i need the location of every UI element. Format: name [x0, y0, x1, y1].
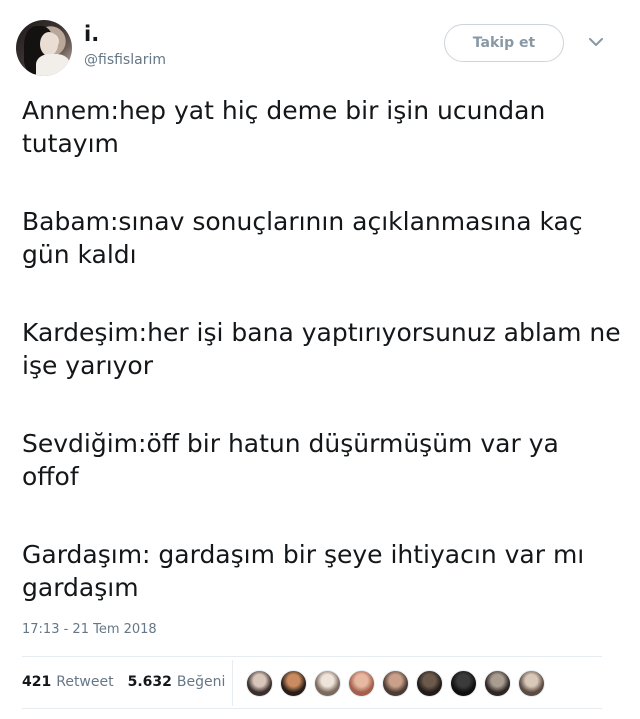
- follow-button[interactable]: Takip et: [444, 24, 564, 62]
- tweet-body: Annem:hep yat hiç deme bir işin ucundan …: [22, 94, 622, 604]
- username-handle[interactable]: @fisfislarim: [84, 52, 166, 68]
- tweet-paragraph: Babam:sınav sonuçlarının açıklanmasına k…: [22, 207, 583, 269]
- tweet-header: i. @fisfislarim Takip et: [16, 18, 624, 78]
- liker-avatar[interactable]: [484, 670, 511, 697]
- liker-avatar[interactable]: [450, 670, 477, 697]
- liker-avatar[interactable]: [246, 670, 273, 697]
- liker-avatar[interactable]: [280, 670, 307, 697]
- tweet-paragraph: Kardeşim:her işi bana yaptırıyorsunuz ab…: [22, 318, 621, 380]
- profile-avatar[interactable]: [16, 20, 72, 76]
- avatar-dress: [36, 54, 70, 76]
- avatar-face: [40, 32, 58, 56]
- retweet-label[interactable]: Retweet: [56, 674, 113, 690]
- liker-avatar[interactable]: [416, 670, 443, 697]
- tweet-stats: 421 Retweet 5.632 Beğeni: [22, 672, 239, 692]
- tweet-paragraph: Annem:hep yat hiç deme bir işin ucundan …: [22, 96, 546, 158]
- liker-avatars: [246, 670, 545, 697]
- retweet-count[interactable]: 421: [22, 674, 51, 690]
- chevron-down-icon[interactable]: [586, 32, 606, 52]
- divider: [22, 708, 602, 709]
- stats-separator: [232, 660, 233, 706]
- display-name[interactable]: i.: [84, 22, 99, 46]
- liker-avatar[interactable]: [348, 670, 375, 697]
- tweet-paragraph: Sevdiğim:öff bir hatun düşürmüşüm var ya…: [22, 429, 559, 491]
- liker-avatar[interactable]: [382, 670, 409, 697]
- tweet-timestamp[interactable]: 17:13 - 21 Tem 2018: [22, 622, 157, 637]
- liker-avatar[interactable]: [314, 670, 341, 697]
- tweet-paragraph: Gardaşım: gardaşım bir şeye ihtiyacın va…: [22, 540, 585, 602]
- like-label[interactable]: Beğeni: [177, 674, 225, 690]
- divider: [22, 656, 602, 657]
- like-count[interactable]: 5.632: [128, 674, 172, 690]
- liker-avatar[interactable]: [518, 670, 545, 697]
